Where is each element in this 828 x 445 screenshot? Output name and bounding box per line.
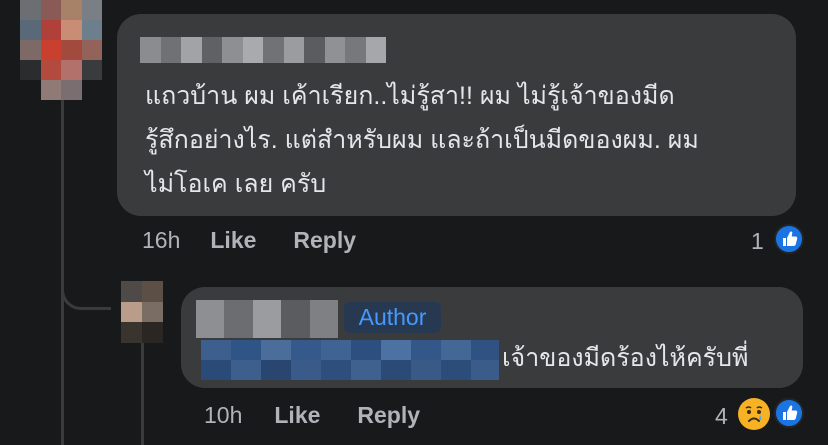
avatar[interactable] [20, 0, 102, 100]
author-badge: Author [344, 302, 441, 333]
tagged-name-redacted[interactable] [201, 340, 499, 380]
reply-timestamp[interactable]: 10h [204, 402, 242, 429]
reply-button[interactable]: Reply [357, 402, 420, 429]
comment-actions: 16h Like Reply [142, 227, 356, 254]
reaction-count[interactable]: 4 [715, 403, 728, 430]
like-icon[interactable] [774, 224, 804, 254]
thread-branch [61, 260, 111, 310]
reply-actions: 10h Like Reply [204, 402, 420, 429]
reaction-count[interactable]: 1 [751, 228, 764, 255]
commenter-name-redacted[interactable] [140, 37, 386, 63]
reply-author-name-redacted[interactable] [196, 300, 338, 338]
like-button[interactable]: Like [210, 227, 256, 254]
comment-timestamp[interactable]: 16h [142, 227, 180, 254]
comment-thread: แถวบ้าน ผม เค้าเรียก..ไม่รู้สา!! ผม ไม่ร… [0, 0, 828, 445]
reply-text: เจ้าของมีดร้องไห้ครับพี่ [502, 344, 749, 372]
reply-thread-line [141, 343, 144, 445]
like-icon[interactable] [774, 398, 804, 428]
comment-text: แถวบ้าน ผม เค้าเรียก..ไม่รู้สา!! ผม ไม่ร… [145, 82, 699, 198]
like-button[interactable]: Like [274, 402, 320, 429]
reply-avatar[interactable] [121, 281, 163, 343]
reply-button[interactable]: Reply [293, 227, 356, 254]
sad-icon[interactable] [738, 398, 770, 430]
